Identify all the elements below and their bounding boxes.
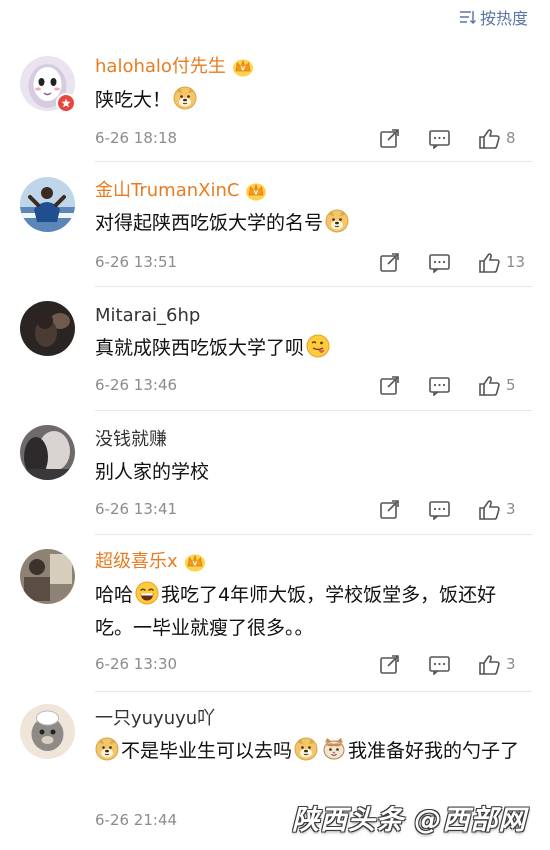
comment-text: 哈哈 我吃了4年师大饭，学校饭堂多，饭还好吃。一毕业就瘦了很多。。 <box>95 579 520 645</box>
username[interactable]: 金山TrumanXinC <box>95 180 267 202</box>
reply-icon[interactable] <box>428 251 450 273</box>
comment-item: halohalo付先生 陕吃大！ 6-26 18:18 8 <box>0 38 550 162</box>
comment-actions: 3 <box>378 653 530 675</box>
thumbs-up-icon <box>479 253 500 273</box>
comment-text: 不是毕业生可以去吗 我准备好我的勺子了 <box>95 735 520 768</box>
vip-crown-icon <box>232 59 254 77</box>
username[interactable]: halohalo付先生 <box>95 56 254 78</box>
comment-actions: 3 <box>378 498 530 520</box>
comment-time: 6-26 13:51 <box>95 253 178 271</box>
comment-time: 6-26 13:46 <box>95 376 178 394</box>
comment-item: 没钱就赚 别人家的学校 6-26 13:41 3 <box>0 411 550 535</box>
doge-emoji-icon <box>95 737 119 761</box>
like-button[interactable]: 5 <box>478 374 530 396</box>
comment-text: 陕吃大！ <box>95 84 520 117</box>
doge-emoji-icon <box>173 86 197 110</box>
like-count: 5 <box>506 376 516 394</box>
username[interactable]: 一只yuyuyu吖 <box>95 708 215 730</box>
share-icon[interactable] <box>378 374 400 396</box>
like-count: 8 <box>506 129 516 147</box>
sort-icon <box>459 11 476 24</box>
thumbs-up-icon <box>479 500 500 520</box>
reply-icon[interactable] <box>428 498 450 520</box>
comment-text: 真就成陕西吃饭大学了呗 <box>95 332 520 365</box>
comment-item: 金山TrumanXinC 对得起陕西吃饭大学的名号 6-26 13:51 13 <box>0 162 550 287</box>
share-icon[interactable] <box>378 127 400 149</box>
avatar[interactable] <box>20 301 75 356</box>
comment-time: 6-26 13:41 <box>95 500 178 518</box>
laughing-emoji-icon <box>135 581 159 605</box>
comment-time: 6-26 18:18 <box>95 129 178 147</box>
thumbs-up-icon <box>479 129 500 149</box>
watermark: 陕西头条 @西部网 <box>292 805 527 836</box>
reply-icon[interactable] <box>428 127 450 149</box>
doge-emoji-icon <box>294 737 318 761</box>
comment-time: 6-26 13:30 <box>95 655 178 673</box>
comment-actions: 13 <box>378 251 530 273</box>
reply-icon[interactable] <box>428 653 450 675</box>
vip-crown-icon <box>184 554 206 572</box>
comment-actions: 5 <box>378 374 530 396</box>
comment-item: 超级喜乐x 哈哈 我吃了4年师大饭，学校饭堂多，饭还好吃。一毕业就瘦了很多。。 6… <box>0 535 550 692</box>
verified-badge-icon <box>56 93 76 113</box>
comment-time: 6-26 21:44 <box>95 811 178 829</box>
share-icon[interactable] <box>378 498 400 520</box>
avatar[interactable] <box>20 549 75 604</box>
like-button[interactable]: 8 <box>478 127 530 149</box>
like-count: 3 <box>506 655 516 673</box>
thumbs-up-icon <box>479 655 500 675</box>
share-icon[interactable] <box>378 251 400 273</box>
avatar[interactable] <box>20 177 75 232</box>
comment-item: Mitarai_6hp 真就成陕西吃饭大学了呗 6-26 13:46 5 <box>0 287 550 411</box>
sort-label: 按热度 <box>479 9 528 28</box>
like-count: 13 <box>506 253 526 271</box>
username[interactable]: Mitarai_6hp <box>95 305 200 327</box>
doge-emoji-icon <box>325 209 349 233</box>
sort-by-hotness-button[interactable]: 按热度 <box>458 6 528 28</box>
like-button[interactable]: 13 <box>478 251 530 273</box>
vip-crown-icon <box>245 183 267 201</box>
like-count: 3 <box>506 500 516 518</box>
reply-icon[interactable] <box>428 374 450 396</box>
username[interactable]: 超级喜乐x <box>95 551 206 573</box>
like-button[interactable]: 3 <box>478 653 530 675</box>
share-icon[interactable] <box>378 653 400 675</box>
avatar[interactable] <box>20 425 75 480</box>
cat-emoji-icon <box>323 737 345 760</box>
avatar[interactable] <box>20 704 75 759</box>
comment-actions: 8 <box>378 127 530 149</box>
like-button[interactable]: 3 <box>478 498 530 520</box>
comment-text: 对得起陕西吃饭大学的名号 <box>95 207 520 240</box>
tongue-out-emoji-icon <box>306 334 330 358</box>
comment-text: 别人家的学校 <box>95 461 210 483</box>
username[interactable]: 没钱就赚 <box>95 429 167 451</box>
thumbs-up-icon <box>479 376 500 396</box>
